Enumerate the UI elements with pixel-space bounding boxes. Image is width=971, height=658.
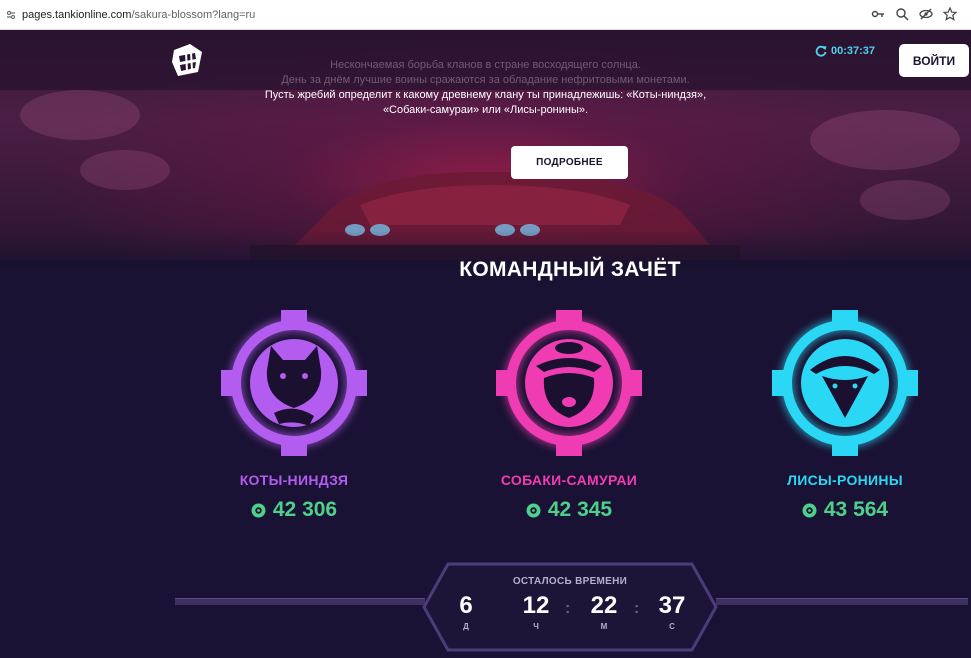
countdown-days-value: 6 xyxy=(459,592,473,619)
eye-off-icon[interactable] xyxy=(919,7,933,21)
team-name-foxes: ЛИСЫ-РОНИНЫ xyxy=(787,472,903,488)
hero-line-2: День за днём лучшие воины сражаются за о… xyxy=(281,74,690,86)
countdown-seconds-value: 37 xyxy=(658,592,686,619)
team-score-foxes-value: 43 564 xyxy=(823,498,889,521)
dog-samurai-emblem-icon xyxy=(496,310,642,456)
hero-line-3: Пусть жребий определит к какому древнему… xyxy=(264,89,707,101)
countdown-days: 6 Д xyxy=(446,592,486,631)
countdown-hours-label: Ч xyxy=(533,622,539,631)
hero-line-1: Нескончаемая борьба кланов в стране восх… xyxy=(330,59,641,71)
countdown-separator: : xyxy=(565,600,571,617)
header-timer-value: 00:37:37 xyxy=(831,45,876,57)
url-path: /sakura-blossom?lang=ru xyxy=(131,8,256,21)
url-field[interactable]: pages.tankionline.com/sakura-blossom?lan… xyxy=(22,9,255,21)
countdown-minutes-value: 22 xyxy=(590,592,618,619)
countdown-label: ОСТАЛОСЬ ВРЕМЕНИ xyxy=(512,576,628,587)
refresh-icon xyxy=(815,45,827,57)
countdown-minutes: 22 М xyxy=(584,592,624,631)
jade-coin-icon xyxy=(526,503,541,517)
jade-coin-icon xyxy=(802,503,817,517)
fox-ronin-emblem-icon xyxy=(772,310,918,456)
team-name-cats: КОТЫ-НИНДЗЯ xyxy=(239,472,349,488)
cat-ninja-emblem-icon xyxy=(221,310,367,456)
scoreboard-title: КОМАНДНЫЙ ЗАЧЁТ xyxy=(459,258,681,281)
countdown-seconds: 37 С xyxy=(652,592,692,631)
countdown-rail-left xyxy=(175,598,425,605)
team-card-dogs: СОБАКИ-САМУРАИ 42 345 xyxy=(479,308,659,522)
zoom-icon[interactable] xyxy=(895,7,909,21)
countdown-separator: : xyxy=(634,600,640,617)
hero-description: Нескончаемая борьба кланов в стране восх… xyxy=(0,58,971,118)
team-card-cats: КОТЫ-НИНДЗЯ 42 306 xyxy=(204,308,384,522)
team-score-foxes: 43 564 xyxy=(755,498,935,522)
header-timer: 00:37:37 xyxy=(815,45,875,57)
more-info-button[interactable]: ПОДРОБНЕЕ xyxy=(511,146,628,179)
url-host: pages.tankionline.com xyxy=(22,8,132,21)
browser-address-bar: pages.tankionline.com/sakura-blossom?lan… xyxy=(0,0,971,30)
jade-coin-icon xyxy=(251,503,266,517)
hero-line-4: «Собаки-самураи» или «Лисы-ронины». xyxy=(382,104,589,116)
team-score-cats: 42 306 xyxy=(204,498,384,522)
team-score-dogs: 42 345 xyxy=(479,498,659,522)
countdown-days-label: Д xyxy=(463,622,469,631)
site-settings-icon[interactable] xyxy=(6,10,16,20)
countdown-seconds-label: С xyxy=(669,622,675,631)
team-score-cats-value: 42 306 xyxy=(272,498,338,521)
team-name-dogs: СОБАКИ-САМУРАИ xyxy=(500,472,638,488)
countdown-hours-value: 12 xyxy=(522,592,550,619)
countdown-rail-right xyxy=(716,598,968,605)
team-score-dogs-value: 42 345 xyxy=(547,498,613,521)
team-card-foxes: ЛИСЫ-РОНИНЫ 43 564 xyxy=(755,308,935,522)
countdown-panel: ОСТАЛОСЬ ВРЕМЕНИ 6 Д 12 Ч : 22 М : 37 С xyxy=(422,562,718,652)
countdown-hours: 12 Ч xyxy=(516,592,556,631)
key-icon[interactable] xyxy=(871,7,885,21)
countdown-minutes-label: М xyxy=(600,622,608,631)
star-icon[interactable] xyxy=(943,7,957,21)
